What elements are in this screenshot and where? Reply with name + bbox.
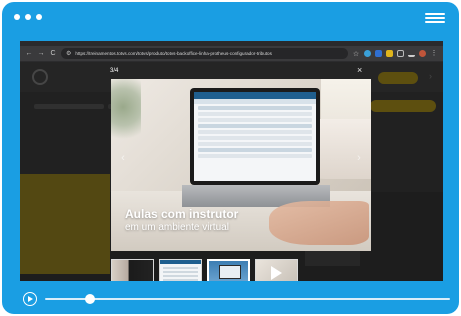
window-dots: [14, 14, 42, 20]
back-icon[interactable]: ←: [25, 50, 33, 57]
prev-arrow-icon[interactable]: ‹: [116, 151, 130, 165]
extension-icon[interactable]: [386, 50, 393, 57]
person-hand: [269, 201, 369, 245]
slide-title: Aulas com instrutor: [125, 207, 239, 221]
play-icon: [271, 266, 282, 280]
thumbnail-strip: [111, 259, 298, 281]
site-info-icon[interactable]: ⚙: [66, 50, 71, 57]
download-icon[interactable]: [408, 50, 415, 57]
window-dot: [25, 14, 31, 20]
laptop-screen: [190, 88, 320, 185]
thumbnail-2[interactable]: [159, 259, 202, 281]
bookmark-star-icon[interactable]: ☆: [352, 50, 360, 58]
slide-image: Aulas com instrutor em um ambiente virtu…: [111, 79, 371, 251]
slide-counter: 3/4: [110, 68, 119, 74]
progress-track[interactable]: [45, 298, 450, 300]
profile-avatar[interactable]: [419, 50, 426, 57]
menu-icon[interactable]: [425, 13, 445, 23]
extension-icon[interactable]: [375, 50, 382, 57]
thumbnail-3[interactable]: [207, 259, 250, 281]
thumbnail-1[interactable]: [111, 259, 154, 281]
next-arrow-icon[interactable]: ›: [352, 151, 366, 165]
player-controls: [2, 288, 459, 314]
window-dot: [14, 14, 20, 20]
forward-icon[interactable]: →: [37, 50, 45, 57]
extensions-puzzle-icon[interactable]: [397, 50, 404, 57]
reload-icon[interactable]: C: [49, 50, 57, 57]
close-icon[interactable]: ×: [357, 65, 362, 75]
browser-menu-icon[interactable]: ⋮: [430, 50, 438, 57]
window-dot: [36, 14, 42, 20]
player-frame: ← → C ⚙ https://treinamentos.totvs.com/t…: [2, 2, 459, 314]
slide-subtitle: em um ambiente virtual: [125, 222, 229, 233]
address-bar[interactable]: ⚙ https://treinamentos.totvs.com/totvs/p…: [61, 48, 348, 59]
url-text: https://treinamentos.totvs.com/totvs/pro…: [75, 51, 272, 56]
browser-toolbar: ← → C ⚙ https://treinamentos.totvs.com/t…: [20, 46, 443, 62]
browser-window: ← → C ⚙ https://treinamentos.totvs.com/t…: [20, 41, 443, 281]
background-plant: [111, 79, 141, 149]
progress-handle[interactable]: [84, 294, 95, 304]
thumbnail-4[interactable]: [255, 259, 298, 281]
play-button[interactable]: [23, 292, 37, 306]
extension-icon[interactable]: [364, 50, 371, 57]
screen-app: [194, 92, 316, 181]
web-page: › 3/4 × Aulas com instrutor em um ambien…: [20, 62, 443, 281]
